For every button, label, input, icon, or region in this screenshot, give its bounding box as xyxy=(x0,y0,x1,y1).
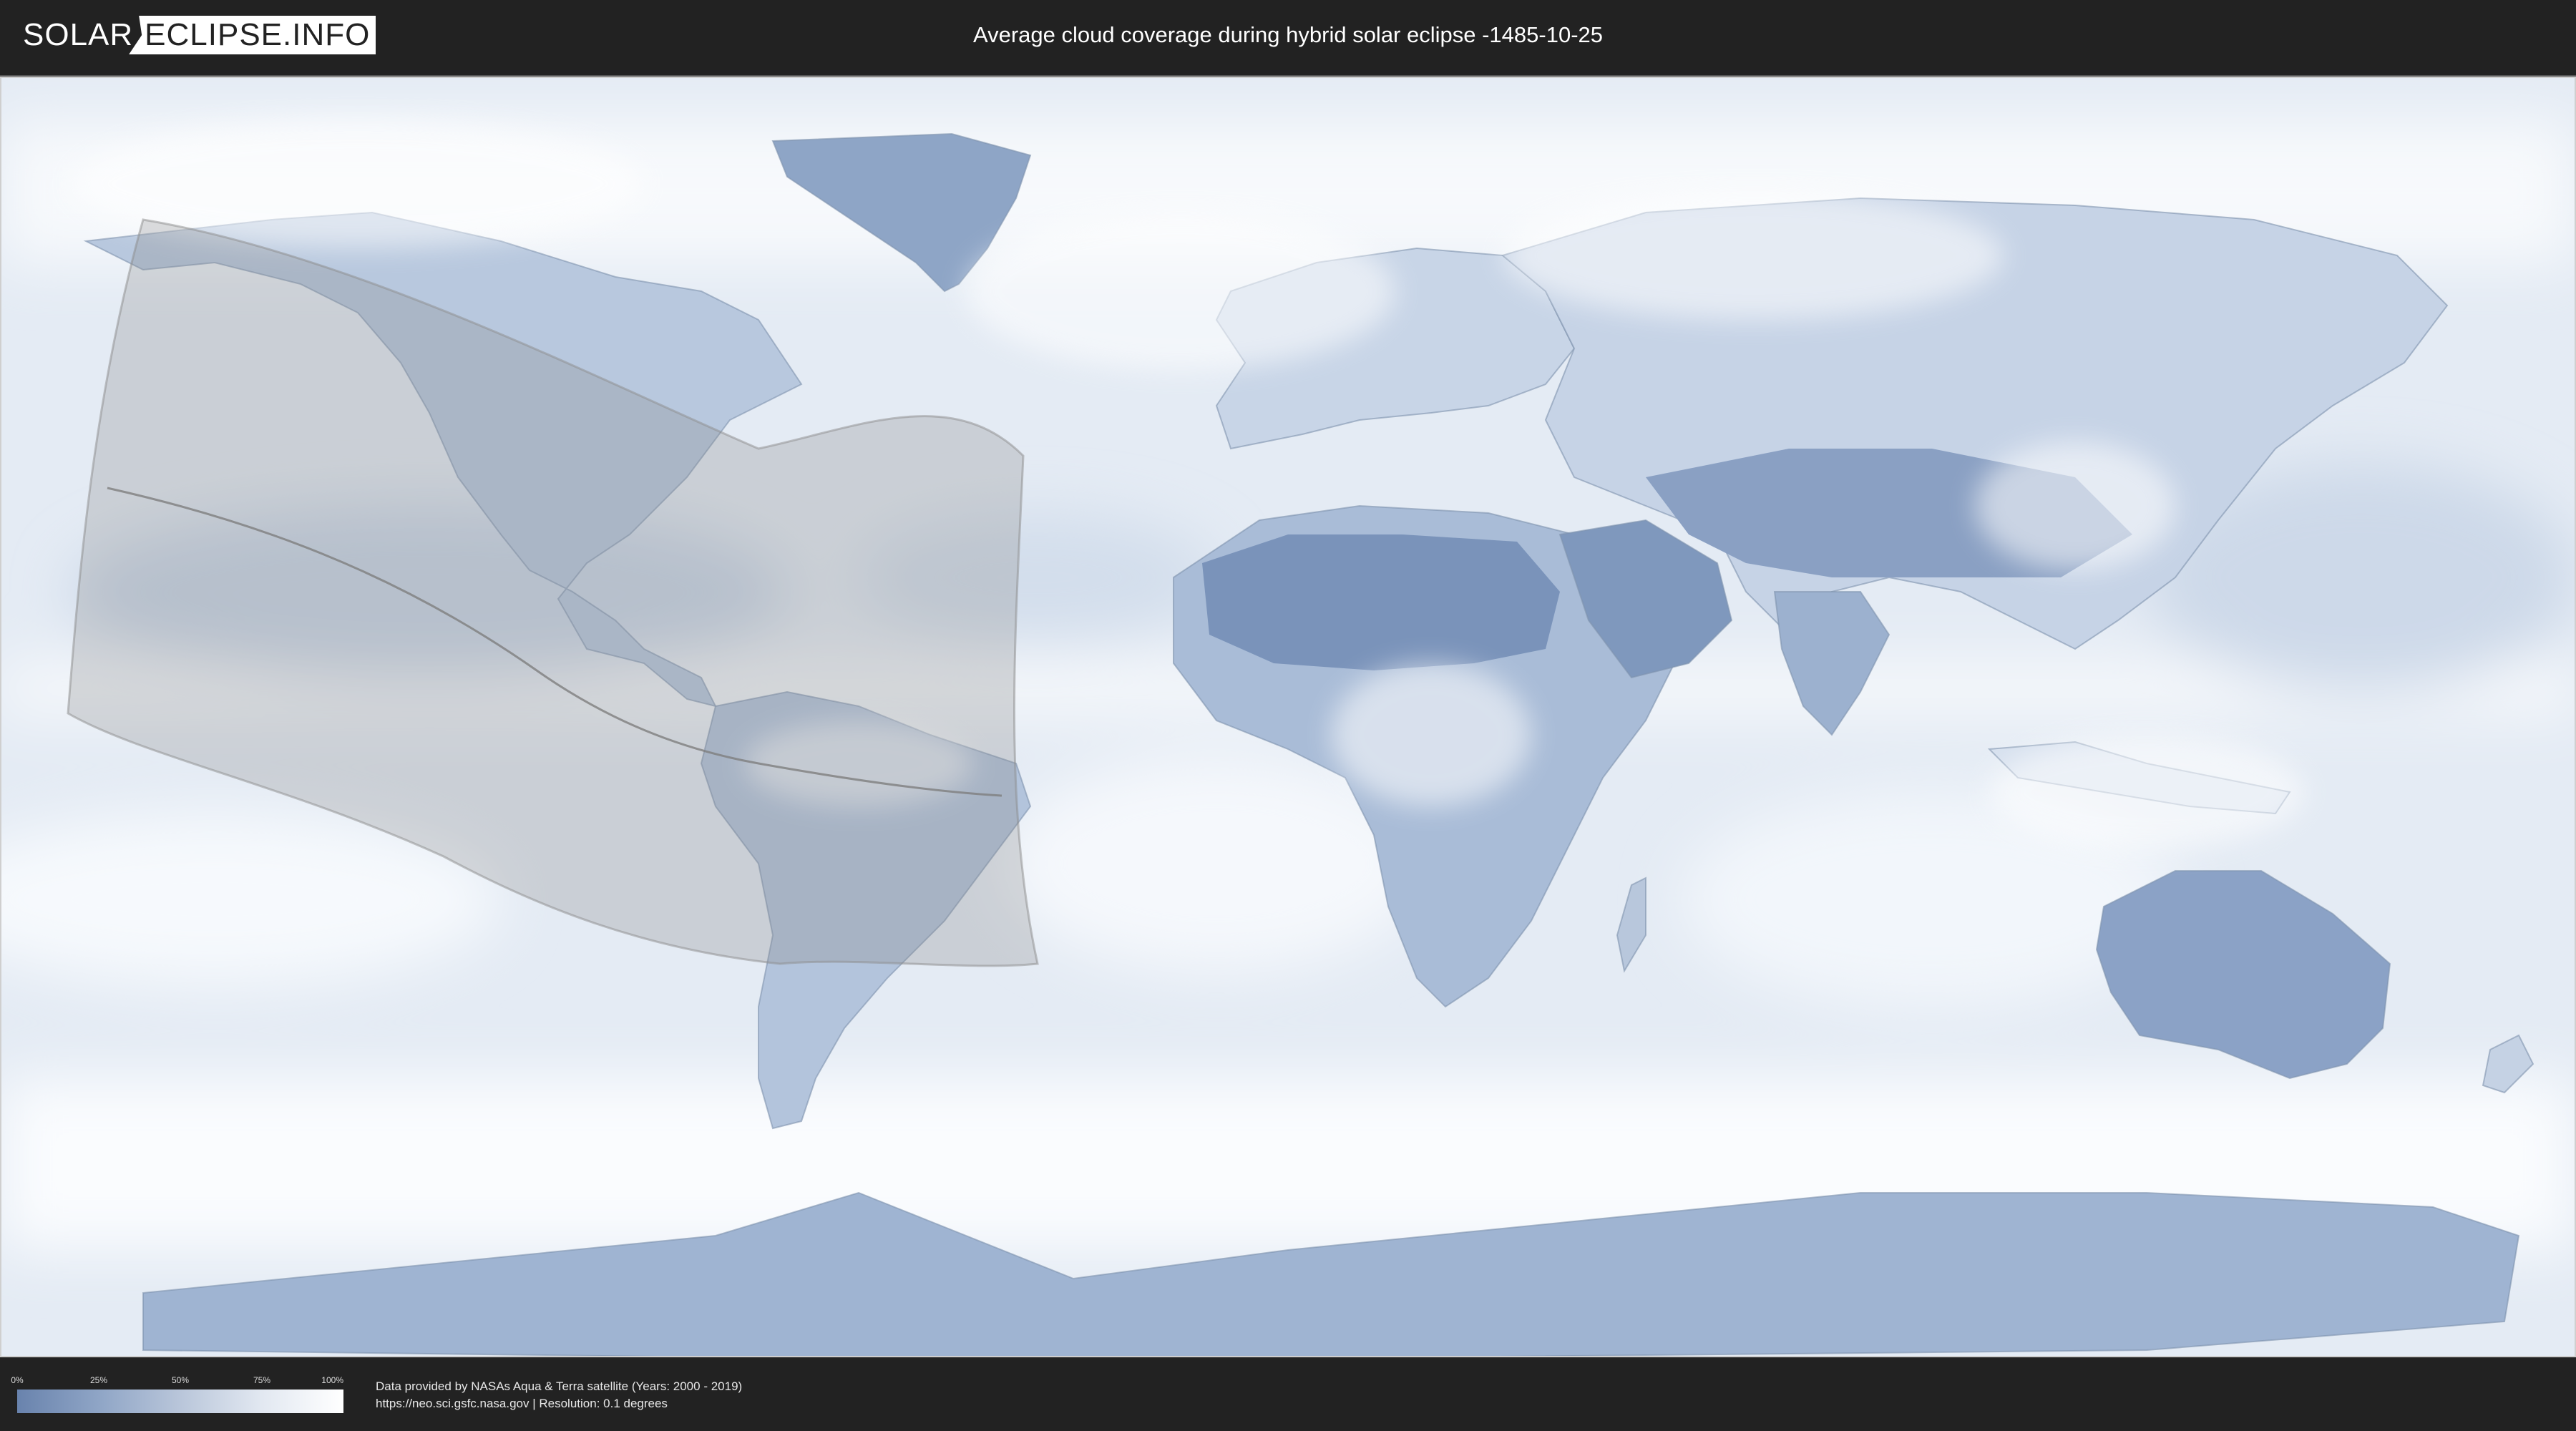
cloud-coverage-map[interactable] xyxy=(0,75,2576,1357)
legend-ticks: 0% 25% 50% 75% 100% xyxy=(11,1375,343,1387)
sahara-region xyxy=(1202,534,1560,670)
world-map-svg xyxy=(0,77,2576,1357)
legend-tick-75: 75% xyxy=(253,1375,271,1385)
legend-tick-0: 0% xyxy=(11,1375,24,1385)
data-credit-line: Data provided by NASAs Aqua & Terra sate… xyxy=(376,1379,743,1393)
page-title: Average cloud coverage during hybrid sol… xyxy=(972,22,1604,47)
data-source-line: https://neo.sci.gsfc.nasa.gov | Resoluti… xyxy=(376,1397,668,1410)
header-bar: SOLAR ECLIPSE.INFO Average cloud coverag… xyxy=(0,0,2576,73)
legend-tick-50: 50% xyxy=(171,1375,190,1385)
legend-tick-25: 25% xyxy=(89,1375,108,1385)
legend-tick-100: 100% xyxy=(321,1375,343,1385)
cloud-coverage-legend-gradient xyxy=(17,1390,343,1413)
